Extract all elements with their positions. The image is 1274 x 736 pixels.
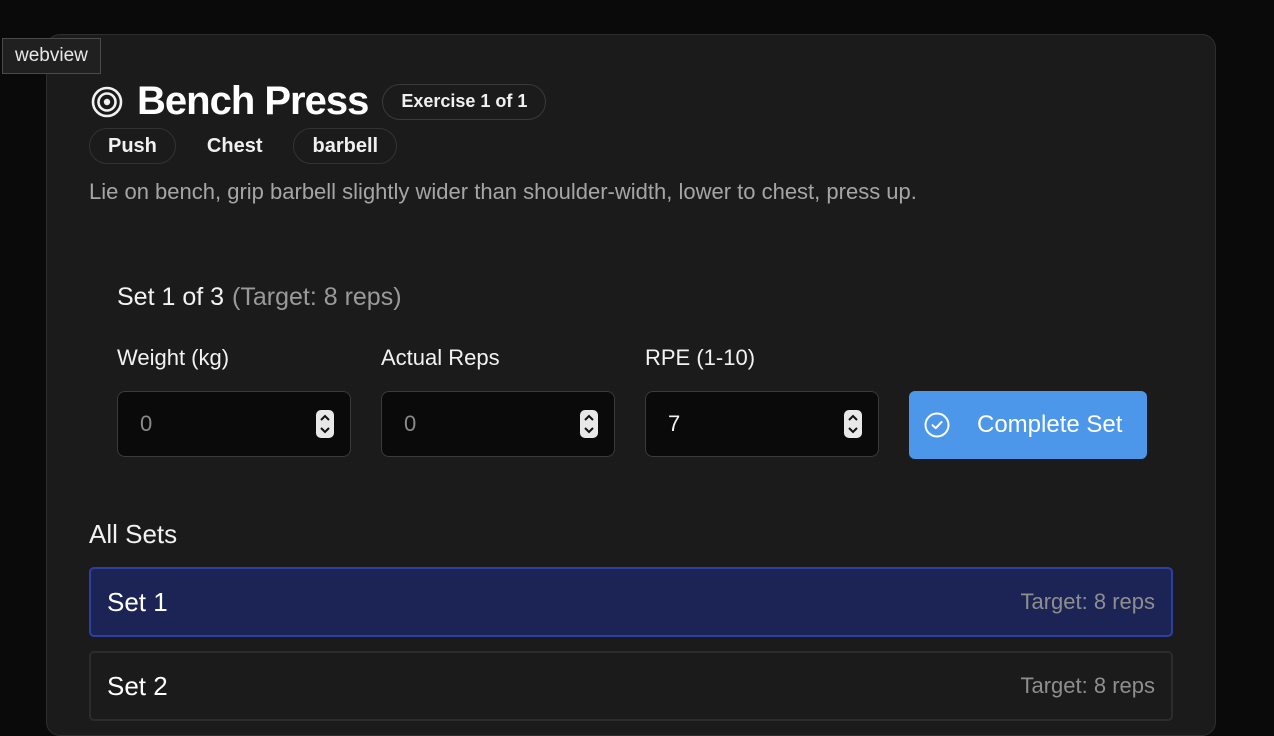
chevron-down-icon[interactable]: [583, 426, 595, 434]
set-row-2[interactable]: Set 2 Target: 8 reps: [89, 651, 1173, 721]
exercise-card: Bench Press Exercise 1 of 1 Push Chest b…: [46, 34, 1216, 736]
rpe-label: RPE (1-10): [645, 345, 756, 370]
exercise-title: Bench Press: [137, 79, 369, 123]
set-target: (Target: 8 reps): [232, 283, 402, 311]
exercise-header: Bench Press Exercise 1 of 1: [91, 79, 547, 124]
chevron-up-icon[interactable]: [847, 414, 859, 422]
check-circle-icon: [924, 412, 950, 438]
rpe-value: 7: [668, 411, 681, 436]
current-set-heading: Set 1 of 3 (Target: 8 reps): [117, 283, 402, 312]
tag-push: Push: [89, 128, 176, 164]
set-row-target: Target: 8 reps: [1020, 673, 1155, 698]
set-row-name: Set 2: [107, 670, 168, 701]
rpe-input[interactable]: 7: [645, 391, 879, 457]
set-row-name: Set 1: [107, 586, 168, 617]
exercise-count-badge: Exercise 1 of 1: [382, 83, 547, 120]
chevron-up-icon[interactable]: [319, 414, 331, 422]
reps-input[interactable]: 0: [381, 391, 615, 457]
set-number: Set 1 of 3: [117, 283, 225, 311]
exercise-description: Lie on bench, grip barbell slightly wide…: [89, 179, 917, 204]
target-icon: [91, 86, 123, 117]
complete-set-button[interactable]: Complete Set: [909, 391, 1147, 459]
rpe-stepper[interactable]: [844, 410, 862, 438]
weight-label: Weight (kg): [117, 345, 230, 370]
weight-value: 0: [140, 411, 153, 436]
weight-stepper[interactable]: [316, 410, 334, 438]
set-row-1[interactable]: Set 1 Target: 8 reps: [89, 567, 1173, 637]
exercise-tags: Push Chest barbell: [89, 128, 409, 164]
all-sets-title: All Sets: [89, 519, 178, 549]
chevron-down-icon[interactable]: [319, 426, 331, 434]
tag-barbell: barbell: [293, 128, 398, 164]
reps-value: 0: [404, 411, 417, 436]
webview-label: webview: [2, 38, 101, 74]
reps-stepper[interactable]: [580, 410, 598, 438]
tag-chest: Chest: [206, 134, 263, 157]
set-row-target: Target: 8 reps: [1020, 589, 1155, 614]
weight-input[interactable]: 0: [117, 391, 351, 457]
chevron-down-icon[interactable]: [847, 426, 859, 434]
reps-label: Actual Reps: [381, 345, 500, 370]
complete-set-label: Complete Set: [977, 411, 1123, 438]
chevron-up-icon[interactable]: [583, 414, 595, 422]
